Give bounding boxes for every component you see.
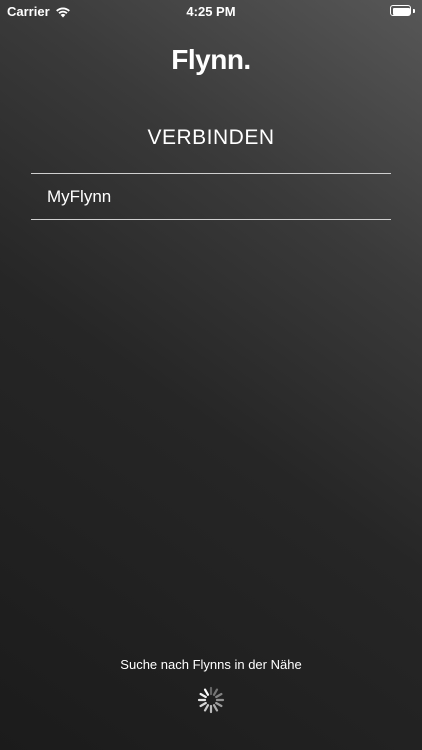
spinner-spoke	[215, 701, 223, 708]
spinner-spoke	[203, 688, 210, 696]
device-name: MyFlynn	[47, 186, 112, 206]
spinner-spoke	[199, 692, 207, 699]
device-list: MyFlynn	[31, 173, 391, 220]
spinner-spoke	[215, 692, 223, 699]
connect-screen: Carrier 4:25 PM Flynn. VERBINDEN MyFlynn…	[0, 0, 422, 750]
device-item-myflynn[interactable]: MyFlynn	[31, 174, 391, 220]
activity-spinner-icon	[197, 686, 225, 714]
spinner-spoke	[212, 704, 219, 712]
page-title: VERBINDEN	[147, 126, 275, 149]
search-status-text: Suche nach Flynns in der Nähe	[120, 657, 302, 672]
status-bar: Carrier 4:25 PM	[0, 0, 422, 22]
spinner-spoke	[212, 688, 219, 696]
battery-icon	[390, 5, 415, 16]
spinner-spoke	[203, 704, 210, 712]
clock: 4:25 PM	[186, 4, 236, 19]
app-logo: Flynn.	[171, 44, 251, 75]
spinner-spoke	[199, 701, 207, 708]
